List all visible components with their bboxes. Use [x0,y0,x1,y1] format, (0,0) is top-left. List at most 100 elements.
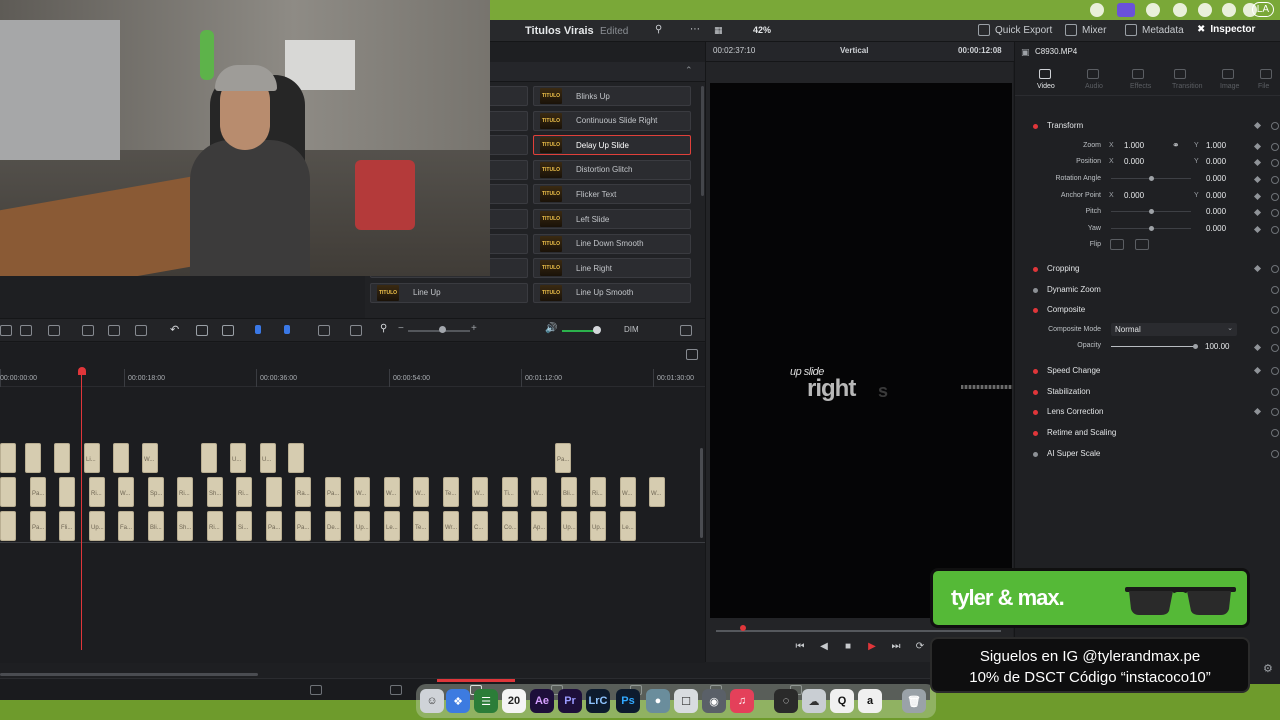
more-options-icon[interactable]: ⋯ [690,24,700,35]
status-icon-m[interactable] [1173,3,1187,17]
timeline-clip[interactable] [59,477,75,507]
zoom-in-icon[interactable]: + [471,323,477,334]
timeline-clip[interactable]: W... [118,477,134,507]
keyframe-diamond-icon[interactable] [1253,142,1262,151]
composite-mode-select[interactable]: Normal ⌄ [1111,323,1237,336]
keyframe-diamond-icon[interactable] [1253,407,1262,416]
reset-icon[interactable] [1271,143,1279,151]
timeline-clip[interactable]: Fa... [118,511,134,541]
position-y-field[interactable]: 0.000 [1206,157,1226,166]
reset-icon[interactable] [1271,159,1279,167]
timeline-clip[interactable] [25,443,41,473]
playhead-handle[interactable] [78,367,86,375]
opacity-slider-knob[interactable] [1193,344,1198,349]
timeline-clip[interactable]: Wr... [443,511,459,541]
timeline-clip[interactable]: W... [413,477,429,507]
timeline-clip[interactable]: Te... [413,511,429,541]
reset-icon[interactable] [1271,326,1279,334]
opacity-field[interactable]: 100.00 [1205,342,1229,351]
section-enable-toggle[interactable] [1033,124,1038,129]
photoshop-icon[interactable]: Ps [616,689,640,713]
timeline-playhead[interactable] [81,368,82,650]
status-icon-1[interactable] [1090,3,1104,17]
timeline-clip[interactable]: Ri... [89,477,105,507]
collapse-chevron-icon[interactable]: ⌃ [685,65,693,76]
reset-icon[interactable] [1271,193,1279,201]
timeline-clip[interactable] [288,443,304,473]
timeline-clip[interactable]: Ra... [295,477,311,507]
viewer-mode[interactable]: Vertical [840,46,868,55]
timeline-view-icon[interactable] [686,349,698,360]
music-icon[interactable]: ♫ [730,689,754,713]
creative-cloud-icon[interactable] [1146,3,1160,17]
keyframe-diamond-icon[interactable] [1253,343,1262,352]
numbers-icon[interactable]: ☰ [474,689,498,713]
viewer-zoom[interactable]: 42% [753,25,771,35]
skip-forward-icon[interactable]: ⏭ [890,642,902,652]
timeline-clip[interactable]: Up... [89,511,105,541]
timeline-clip[interactable]: U... [230,443,246,473]
section-title-sections.speed_change[interactable]: Speed Change [1047,366,1100,375]
keyframe-diamond-icon[interactable] [1253,158,1262,167]
timeline-clip[interactable]: Ri... [590,477,606,507]
speaker-icon[interactable]: 🔊 [545,323,557,334]
inspector-tab-file[interactable]: File [1258,83,1269,90]
section-enable-toggle[interactable] [1033,308,1038,313]
after-effects-icon[interactable]: Ae [530,689,554,713]
screen-record-icon[interactable] [1117,3,1135,17]
effect-item[interactable]: TITULO Line Down Smooth [533,233,691,254]
timeline-clip[interactable]: Pa... [30,477,46,507]
creative-cloud-dock-icon[interactable]: ☁ [802,689,826,713]
timeline-clip[interactable]: De... [325,511,341,541]
quicktime-icon[interactable]: Q [830,689,854,713]
loop-icon[interactable]: ⟳ [914,642,926,652]
rotation-slider-knob[interactable] [1149,176,1154,181]
timeline-clip[interactable]: Pa... [325,477,341,507]
reset-icon[interactable] [1271,429,1279,437]
timeline-clip[interactable]: Ri... [207,511,223,541]
effect-item[interactable]: TITULO Line Up Smooth [533,282,691,303]
reset-icon[interactable] [1271,306,1279,314]
keyframe-diamond-icon[interactable] [1253,175,1262,184]
cut-page-icon[interactable] [390,685,402,695]
section-enable-toggle[interactable] [1033,410,1038,415]
effect-item[interactable]: TITULO Continuous Slide Right [533,110,691,131]
timeline-clip[interactable]: Pa... [555,443,571,473]
reset-icon[interactable] [1271,265,1279,273]
keyframe-diamond-icon[interactable] [1253,366,1262,375]
flip-vertical-icon[interactable] [1135,239,1149,250]
timeline-clip[interactable]: Co... [502,511,518,541]
stop-icon[interactable]: ■ [842,642,854,652]
inspector-tab-audio[interactable]: Audio [1085,83,1103,90]
timeline-clip[interactable]: W... [384,477,400,507]
section-title-sections.composite[interactable]: Composite [1047,305,1085,314]
effect-item[interactable]: TITULO Blinks Up [533,86,691,106]
keyframe-diamond-icon[interactable] [1253,208,1262,217]
timeline-clip[interactable] [201,443,217,473]
flag-icon[interactable] [255,325,261,334]
zoom-x-field[interactable]: 1.000 [1124,141,1144,150]
timeline-clip[interactable]: Pa... [266,511,282,541]
timeline-clip[interactable]: Le... [384,511,400,541]
timeline-clip[interactable]: Bli... [148,511,164,541]
keyframe-diamond-icon[interactable] [1253,121,1262,130]
mixer-button[interactable]: Mixer [1065,24,1106,36]
inspector-tab-effects[interactable]: Effects [1130,83,1151,90]
effect-item[interactable]: TITULO Left Slide [533,209,691,229]
inspector-tab-image[interactable]: Image [1220,83,1239,90]
safari-icon[interactable]: ❖ [446,689,470,713]
timeline-clip[interactable]: Le... [620,511,636,541]
timecode-ruler[interactable]: 00:00:00:00 00:00:18:00 00:00:36:00 00:00:5… [0,365,705,387]
timeline-clip[interactable]: Li... [84,443,100,473]
reset-icon[interactable] [1271,226,1279,234]
overwrite-clip-icon[interactable] [108,325,120,336]
timeline-clip[interactable]: Ri... [177,477,193,507]
step-back-icon[interactable]: ◀ [818,642,830,652]
preview-icon[interactable]: ● [646,689,670,713]
discord-icon[interactable]: ◉ [702,689,726,713]
reset-icon[interactable] [1271,367,1279,375]
volume-knob[interactable] [593,326,601,334]
skip-back-icon[interactable]: ⏮ [794,642,806,652]
pitch-slider-knob[interactable] [1149,209,1154,214]
timeline-clip[interactable] [0,443,16,473]
